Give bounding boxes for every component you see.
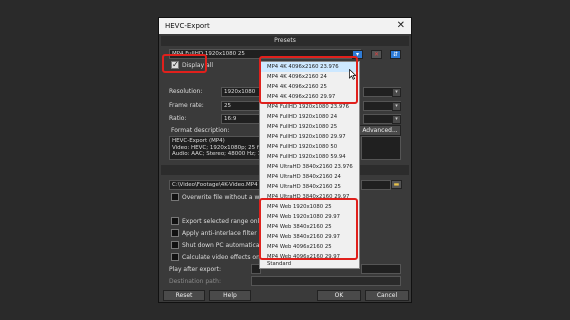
cancel-button[interactable]: Cancel [365, 290, 409, 301]
format-line: Audio: AAC; Stereo; 48000 Hz; 192 kbps [172, 151, 270, 157]
help-button[interactable]: Help [209, 290, 251, 301]
dropdown-item[interactable]: MP4 UltraHD 3840x2160 24 [260, 172, 359, 182]
option-checkbox[interactable] [171, 229, 179, 237]
format-description-label: Format description: [171, 127, 230, 134]
destination-path-label: Destination path: [169, 278, 221, 285]
title-bar: HEVC-Export ✕ [159, 18, 411, 34]
dropdown-item[interactable]: Standard [260, 260, 359, 269]
ok-button[interactable]: OK [317, 290, 361, 301]
folder-icon[interactable]: ▬ [391, 180, 402, 189]
framerate-label: Frame rate: [169, 102, 204, 109]
dropdown-arrow-icon[interactable]: ▾ [392, 88, 401, 97]
option-checkbox[interactable] [171, 217, 179, 225]
ratio-field[interactable]: 16:9 [221, 114, 261, 124]
presets-header: Presets [161, 36, 409, 46]
resolution-field[interactable]: 1920x1080 [221, 87, 261, 97]
dropdown-item[interactable]: MP4 FullHD 1920x1080 50 [260, 142, 359, 152]
dropdown-item[interactable]: MP4 FullHD 1920x1080 59.94 [260, 152, 359, 162]
close-icon[interactable]: ✕ [397, 20, 405, 31]
advanced-button[interactable]: Advanced... [359, 125, 401, 136]
dropdown-item[interactable]: MP4 FullHD 1920x1080 29.97 [260, 132, 359, 142]
option-label: Export selected range only [182, 218, 263, 225]
delete-preset-icon[interactable]: ✕ [371, 50, 382, 59]
overwrite-checkbox[interactable] [171, 193, 179, 201]
highlight-box [162, 54, 207, 73]
highlight-box [259, 56, 358, 104]
dropdown-arrow-icon[interactable]: ▾ [392, 115, 401, 124]
format-description-box: HEVC-Export (MP4) Video: HEVC; 1920x1080… [169, 136, 271, 160]
file-path-field[interactable]: C:\Video\Footage\4K-Video.MP4 [169, 180, 271, 190]
option-checkbox[interactable] [171, 253, 179, 261]
destination-path-field [251, 276, 401, 286]
save-preset-icon[interactable]: ⇵ [390, 50, 401, 59]
dialog-title: HEVC-Export [165, 22, 210, 30]
play-after-export-label: Play after export: [169, 266, 221, 273]
dropdown-item[interactable]: MP4 UltraHD 3840x2160 25 [260, 182, 359, 192]
option-checkbox[interactable] [171, 241, 179, 249]
file-path-field-right[interactable] [361, 180, 391, 190]
play-after-export-select-right[interactable] [361, 264, 401, 274]
resolution-label: Resolution: [169, 88, 203, 95]
dropdown-arrow-icon[interactable]: ▾ [392, 102, 401, 111]
format-description-box-right [361, 136, 401, 160]
framerate-field[interactable]: 25 [221, 101, 261, 111]
ratio-label: Ratio: [169, 115, 187, 122]
dropdown-item[interactable]: MP4 FullHD 1920x1080 25 [260, 122, 359, 132]
dropdown-item[interactable]: MP4 FullHD 1920x1080 24 [260, 112, 359, 122]
highlight-box [259, 198, 358, 260]
reset-button[interactable]: Reset [163, 290, 205, 301]
dropdown-item[interactable]: MP4 UltraHD 3840x2160 23.976 [260, 162, 359, 172]
